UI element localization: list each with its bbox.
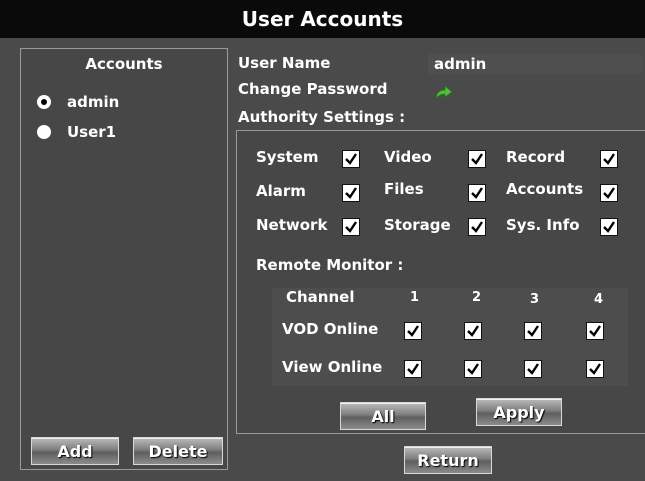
network-checkbox[interactable] xyxy=(342,218,360,236)
channel-header-1: 1 xyxy=(410,290,420,305)
alarm-checkbox[interactable] xyxy=(342,184,360,202)
channel-header-2: 2 xyxy=(472,290,482,305)
accounts-permission-label: Accounts xyxy=(506,180,584,198)
add-button[interactable]: Add xyxy=(31,437,119,465)
vod-online-ch2-checkbox[interactable] xyxy=(464,322,482,340)
user-name-value: admin xyxy=(428,54,642,74)
storage-checkbox[interactable] xyxy=(468,218,486,236)
files-label: Files xyxy=(384,180,424,198)
alarm-label: Alarm xyxy=(256,182,306,200)
files-checkbox[interactable] xyxy=(468,184,486,202)
channel-header-3: 3 xyxy=(530,292,540,307)
video-label: Video xyxy=(384,148,432,166)
radio-selected-icon[interactable] xyxy=(37,95,51,109)
change-password-label: Change Password xyxy=(238,80,388,98)
user-name-text: admin xyxy=(434,55,487,73)
green-arrow-icon[interactable] xyxy=(434,84,454,100)
system-label: System xyxy=(256,148,319,166)
account-label: User1 xyxy=(67,123,117,141)
account-item-admin[interactable]: admin xyxy=(37,93,119,111)
vod-online-ch4-checkbox[interactable] xyxy=(586,322,604,340)
storage-label: Storage xyxy=(384,216,451,234)
account-item-user1[interactable]: User1 xyxy=(37,123,116,141)
system-checkbox[interactable] xyxy=(342,150,360,168)
vod-online-ch3-checkbox[interactable] xyxy=(524,322,542,340)
record-label: Record xyxy=(506,148,566,166)
return-button[interactable]: Return xyxy=(404,446,492,474)
accounts-title: Accounts xyxy=(85,55,163,73)
view-online-ch1-checkbox[interactable] xyxy=(404,360,422,378)
sys-info-label: Sys. Info xyxy=(506,216,580,234)
channel-header-4: 4 xyxy=(594,292,604,307)
authority-panel xyxy=(236,130,645,434)
view-online-label: View Online xyxy=(282,358,383,376)
apply-button[interactable]: Apply xyxy=(476,398,562,426)
vod-online-label: VOD Online xyxy=(282,320,379,338)
account-label: admin xyxy=(67,93,120,111)
network-label: Network xyxy=(256,216,328,234)
record-checkbox[interactable] xyxy=(600,150,618,168)
accounts-checkbox[interactable] xyxy=(600,184,618,202)
remote-monitor-label: Remote Monitor : xyxy=(256,256,404,274)
user-name-label: User Name xyxy=(238,54,331,72)
view-online-ch2-checkbox[interactable] xyxy=(464,360,482,378)
window-title: User Accounts xyxy=(0,0,645,38)
vod-online-ch1-checkbox[interactable] xyxy=(404,322,422,340)
authority-settings-label: Authority Settings : xyxy=(238,108,406,126)
accounts-panel: Accounts admin User1 Add Delete xyxy=(20,48,228,470)
channel-label: Channel xyxy=(286,288,355,306)
sys-info-checkbox[interactable] xyxy=(600,218,618,236)
view-online-ch4-checkbox[interactable] xyxy=(586,360,604,378)
all-button[interactable]: All xyxy=(340,402,426,430)
radio-icon[interactable] xyxy=(37,125,51,139)
view-online-ch3-checkbox[interactable] xyxy=(524,360,542,378)
video-checkbox[interactable] xyxy=(468,150,486,168)
delete-button[interactable]: Delete xyxy=(133,437,223,465)
